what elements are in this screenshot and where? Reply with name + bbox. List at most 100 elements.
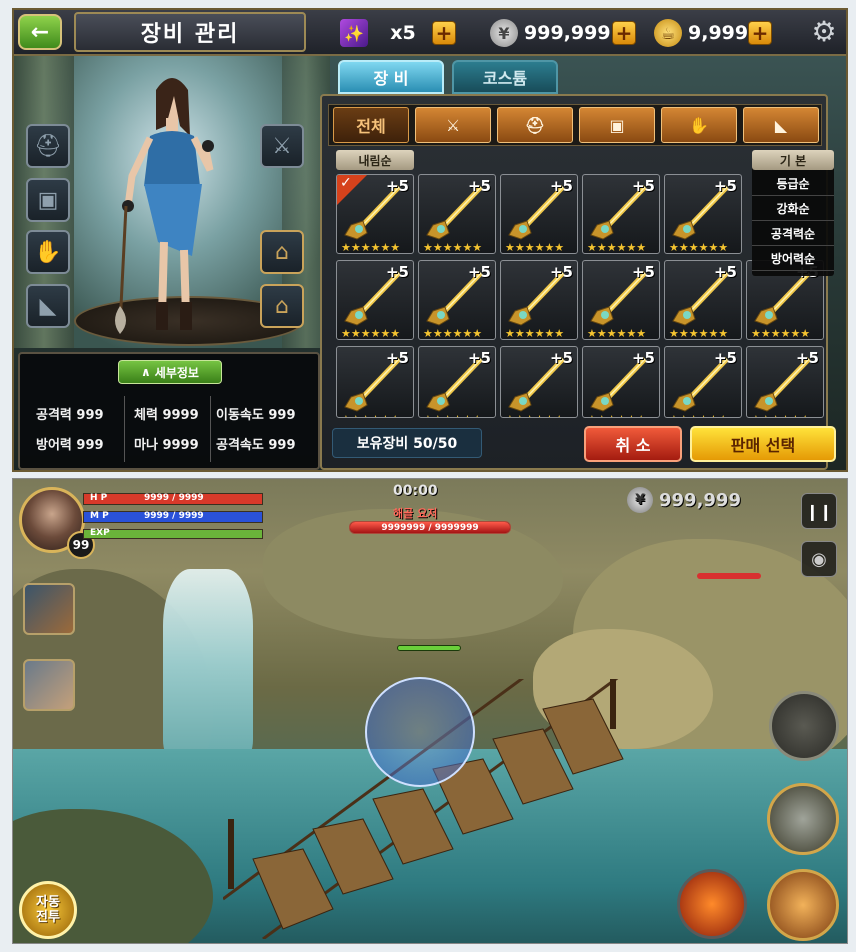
category-all[interactable]: 전체 [333,107,409,143]
sort-option-attack[interactable]: 공격력순 [752,222,834,246]
top-bar: ← 장비 관리 ✨ x5 + ¥ 999,999 + ☕ 9,999 + ⚙ [14,10,846,56]
item-enhance-level: +5 [385,349,409,367]
armor-slot-icon[interactable]: ▣ [26,178,70,222]
tab-costume[interactable]: 코스튬 [452,60,558,94]
sell-select-button[interactable]: 판매 선택 [690,426,836,462]
tab-equipment[interactable]: 장 비 [338,60,444,94]
purple-gem-icon: ✨ [340,19,368,47]
character-preview: ⛑ ▣ ✋ ◣ ⚔ ⌂ ⌂ [14,56,330,348]
item-enhance-level: +5 [549,263,573,281]
mp-bar: M P 9999 / 9999 [83,511,263,523]
skill-slot-1[interactable] [23,583,75,635]
gold-count: 9,999 [688,22,749,44]
helmet-icon[interactable]: ⛑ [497,107,573,143]
stats-panel: ∧ 세부정보 공격력 999 체력 9999 이동속도 999 방어력 999 … [18,352,320,470]
sort-option-grade[interactable]: 등급순 [752,172,834,196]
stat-move-speed: 이동속도 999 [216,408,296,423]
sword-slot-icon[interactable]: ⚔ [260,124,304,168]
item-enhance-level: +5 [631,177,655,195]
attack-button[interactable] [767,869,839,941]
chevron-up-icon: ∧ [141,365,151,379]
player-overhead-hp-bar [397,645,461,651]
auto-battle-button[interactable]: 자동 전투 [19,881,77,939]
gold-currency: ☕ 9,999 + [654,16,772,50]
gear-icon[interactable]: ⚙ [808,16,840,48]
inventory-item[interactable]: ★★★★★★ +5 [500,346,578,418]
back-button[interactable]: ← [18,14,62,50]
glove-slot-icon[interactable]: ✋ [26,230,70,274]
sword-icon[interactable]: ⚔ [415,107,491,143]
sort-option-defense[interactable]: 방어력순 [752,247,834,271]
inventory-item[interactable]: ★★★★★★ +5 [582,346,660,418]
item-enhance-level: +5 [713,263,737,281]
add-silver-button[interactable]: + [612,21,636,45]
inventory-item[interactable]: ★★★★★★ +5 [664,174,742,254]
inventory-item[interactable]: ★★★★★★ +5 [500,260,578,340]
hanger-slot-icon[interactable]: ⌂ [260,284,304,328]
mp-value: 9999 / 9999 [144,511,204,521]
inventory-item[interactable]: ★★★★★★ +5 [336,260,414,340]
skill-button-locked[interactable] [769,691,839,761]
item-enhance-level: +5 [631,263,655,281]
boot-slot-icon[interactable]: ◣ [26,284,70,328]
battle-silver: ¥ 999,999 [627,487,741,513]
helmet-slot-icon[interactable]: ⛑ [26,124,70,168]
skill-slot-2[interactable] [23,659,75,711]
svg-text:★★★★★★: ★★★★★★ [423,241,482,254]
detail-info-button[interactable]: ∧ 세부정보 [118,360,222,384]
inventory-item[interactable]: ★★★★★★ +5 [664,346,742,418]
item-enhance-level: +5 [467,263,491,281]
item-enhance-level: +5 [631,349,655,367]
armor-icon[interactable]: ▣ [579,107,655,143]
inventory-panel: 전체 ⚔ ⛑ ▣ ✋ ◣ 내림순 ★★★★★★ +5 ✓ ★★★★★★ +5 ★★★★★★… [320,94,836,470]
inventory-item[interactable]: ★★★★★★ +5 [746,346,824,418]
battle-timer: 00:00 [393,483,438,499]
sort-option-enhance[interactable]: 강화순 [752,197,834,221]
exp-label: EXP [90,528,110,538]
category-bar: 전체 ⚔ ⛑ ▣ ✋ ◣ [328,104,822,146]
skill-button-fire[interactable] [677,869,747,939]
inventory-item[interactable]: ★★★★★★ +5 [582,260,660,340]
battle-screen: 99 H P 9999 / 9999 M P 9999 / 9999 EXP 0… [12,478,848,944]
boss-name: 해골 요저 [393,507,438,520]
hanger-slot-icon[interactable]: ⌂ [260,230,304,274]
add-gem-button[interactable]: + [432,21,456,45]
equipment-screen: ← 장비 관리 ✨ x5 + ¥ 999,999 + ☕ 9,999 + ⚙ ⛑… [12,8,848,472]
inventory-item[interactable]: ★★★★★★ +5 ✓ [336,174,414,254]
character-model [115,78,214,334]
inventory-item[interactable]: ★★★★★★ +5 [664,260,742,340]
exp-bar: EXP [83,528,263,539]
item-enhance-level: +5 [467,177,491,195]
sort-order-toggle[interactable]: 내림순 [336,150,414,170]
inventory-item[interactable]: ★★★★★★ +5 [500,174,578,254]
stat-attack: 공격력 999 [36,408,104,423]
item-enhance-level: +5 [713,177,737,195]
divider [124,396,125,462]
add-gold-button[interactable]: + [748,21,772,45]
hp-bar: H P 9999 / 9999 [83,493,263,505]
inventory-item[interactable]: ★★★★★★ +5 [418,346,496,418]
svg-text:★★★★★★: ★★★★★★ [423,413,482,418]
inventory-item[interactable]: ★★★★★★ +5 [418,174,496,254]
camera-icon[interactable]: ◉ [801,541,837,577]
owned-equipment-count: 보유장비 50/50 [332,428,482,458]
svg-text:★★★★★★: ★★★★★★ [341,327,400,340]
sort-menu-header[interactable]: 기 본 [752,150,834,170]
inventory-item[interactable]: ★★★★★★ +5 [336,346,414,418]
pause-icon[interactable]: ❙❙ [801,493,837,529]
hp-label: H P [90,493,108,503]
skill-button-dash[interactable] [767,783,839,855]
item-enhance-level: +5 [385,177,409,195]
inventory-item[interactable]: ★★★★★★ +5 [418,260,496,340]
item-enhance-level: +5 [385,263,409,281]
cancel-button[interactable]: 취 소 [584,426,682,462]
gem-count: x5 [390,22,416,44]
svg-text:★★★★★★: ★★★★★★ [505,241,564,254]
glove-icon[interactable]: ✋ [661,107,737,143]
stat-health: 체력 9999 [134,408,199,423]
mp-label: M P [90,511,109,521]
boot-icon[interactable]: ◣ [743,107,819,143]
exp-fill [84,530,262,538]
item-enhance-level: +5 [795,349,819,367]
inventory-item[interactable]: ★★★★★★ +5 [582,174,660,254]
